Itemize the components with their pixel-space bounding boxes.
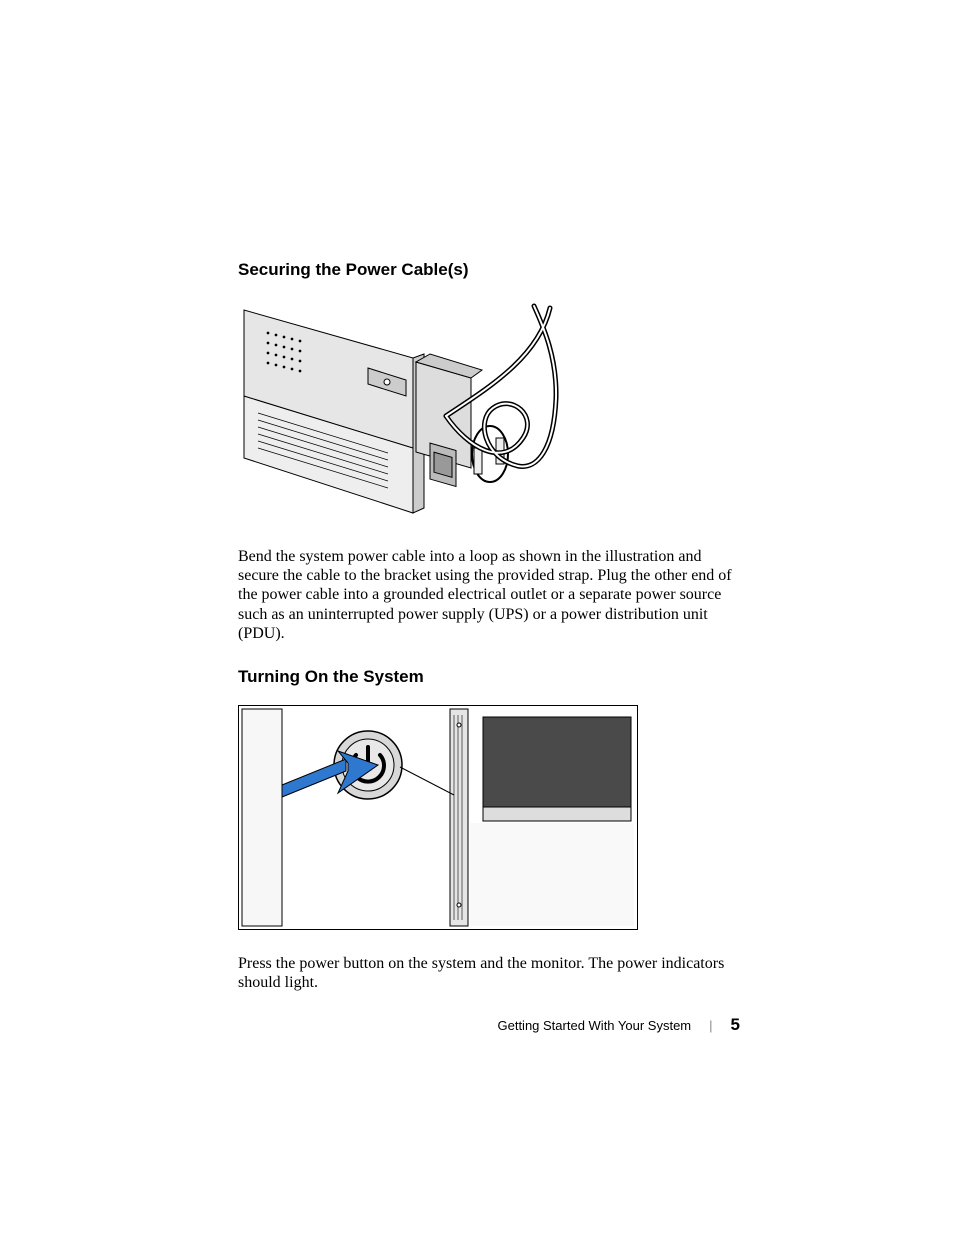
figure-power-button xyxy=(238,705,740,930)
document-page: Securing the Power Cable(s) xyxy=(0,0,954,1235)
footer-page-number: 5 xyxy=(731,1015,740,1035)
heading-turning-on-system: Turning On the System xyxy=(238,667,740,687)
paragraph-securing: Bend the system power cable into a loop … xyxy=(238,547,740,643)
power-button-illustration-icon xyxy=(238,705,638,930)
footer-separator-icon: | xyxy=(709,1018,712,1033)
power-cable-illustration-icon xyxy=(238,298,568,523)
footer-section-title: Getting Started With Your System xyxy=(497,1018,691,1033)
figure-power-cable-loop xyxy=(238,298,740,523)
heading-securing-power-cables: Securing the Power Cable(s) xyxy=(238,260,740,280)
page-footer: Getting Started With Your System | 5 xyxy=(497,1015,740,1035)
paragraph-turning-on: Press the power button on the system and… xyxy=(238,954,740,992)
